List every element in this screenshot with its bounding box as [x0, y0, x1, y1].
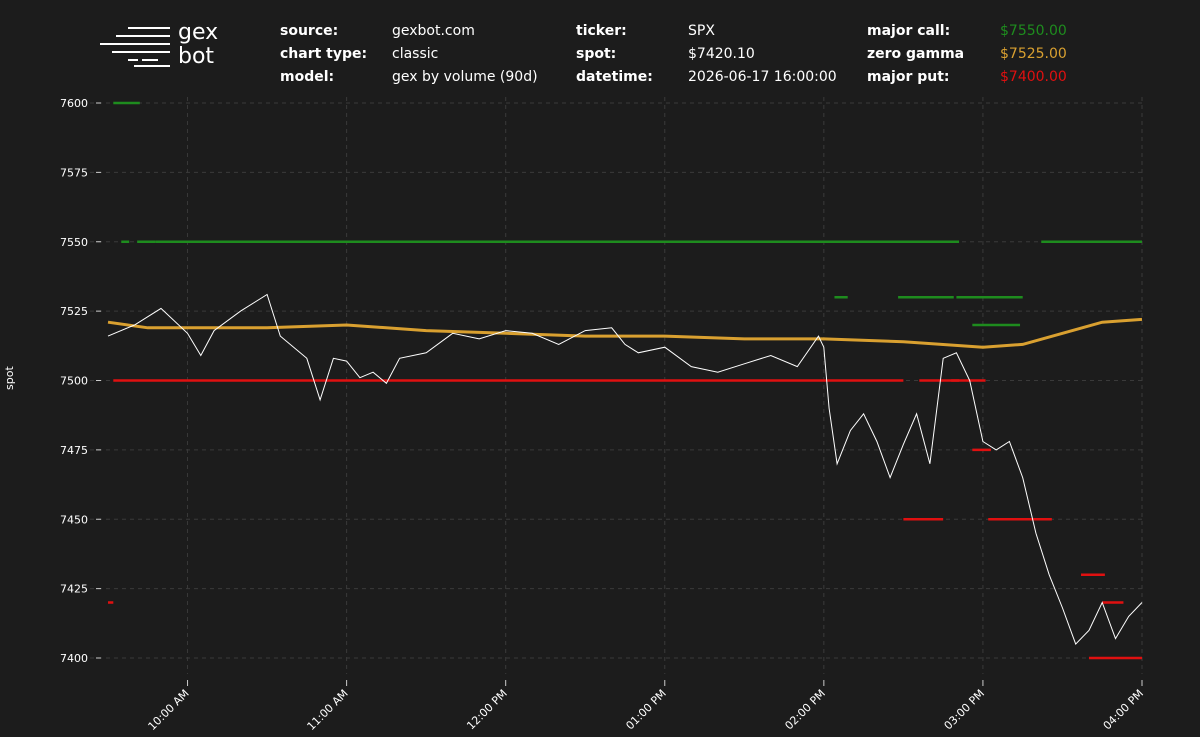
logo-text-bot: bot [178, 44, 215, 69]
gex-chart: 7400 7425 7450 7475 7500 7525 7550 7575 7600 10:0… [60, 97, 1146, 733]
zero-gamma-value: $7525.00 [1000, 46, 1067, 62]
ticker-label: ticker: [576, 23, 627, 39]
chart-grid [90, 97, 1143, 674]
logo-text-gex: gex [178, 20, 219, 45]
y-tick-label: 7525 [60, 305, 88, 318]
y-tick-label: 7575 [60, 166, 88, 179]
x-tick-label: 01:00 PM [623, 687, 668, 732]
zero-gamma-series [107, 317, 1143, 349]
y-tick-label: 7550 [60, 236, 88, 249]
datetime-label: datetime: [576, 69, 653, 85]
chart-type-value: classic [392, 46, 439, 62]
spot-value: $7420.10 [688, 46, 755, 62]
chart-ticks: 7400 7425 7450 7475 7500 7525 7550 7575 7600 10:0… [60, 97, 1146, 733]
x-tick-label: 12:00 PM [464, 687, 509, 732]
chart-type-label: chart type: [280, 46, 368, 62]
model-label: model: [280, 69, 335, 85]
y-tick-label: 7600 [60, 97, 88, 110]
zero-gamma-label: zero gamma [867, 46, 965, 62]
major-call-label: major call: [867, 23, 951, 39]
y-tick-label: 7450 [60, 513, 88, 526]
x-tick-label: 03:00 PM [942, 687, 987, 732]
major-put-value: $7400.00 [1000, 69, 1067, 85]
spot-label: spot: [576, 46, 617, 62]
ticker-value: SPX [688, 23, 715, 39]
x-tick-label: 10:00 AM [146, 687, 192, 733]
x-tick-label: 04:00 PM [1101, 687, 1146, 732]
y-tick-label: 7425 [60, 583, 88, 596]
source-value: gexbot.com [392, 23, 475, 39]
major-call-value: $7550.00 [1000, 23, 1067, 39]
y-tick-label: 7475 [60, 444, 88, 457]
y-axis-label: spot [3, 366, 16, 390]
major-put-label: major put: [867, 69, 950, 85]
model-value: gex by volume (90d) [392, 69, 538, 85]
y-tick-label: 7400 [60, 652, 88, 665]
source-label: source: [280, 23, 339, 39]
datetime-value: 2026-06-17 16:00:00 [688, 69, 837, 85]
x-tick-label: 02:00 PM [782, 687, 827, 732]
y-tick-label: 7500 [60, 375, 88, 388]
x-tick-label: 11:00 AM [305, 687, 351, 733]
